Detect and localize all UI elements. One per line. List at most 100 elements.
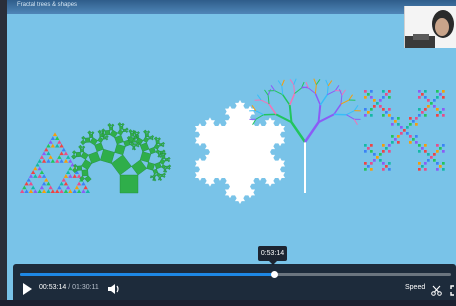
- vicsek-cell: [415, 117, 418, 120]
- vicsek-cell: [439, 147, 442, 150]
- vicsek-cell: [415, 141, 418, 144]
- tree-branch: [289, 79, 295, 85]
- vicsek-cell: [382, 162, 385, 165]
- seek-handle[interactable]: [271, 271, 279, 278]
- fullscreen-button[interactable]: [450, 283, 456, 296]
- left-edge: [0, 0, 7, 306]
- sierpinski-cell: [83, 185, 88, 190]
- vicsek-cell: [433, 105, 436, 108]
- clip-button[interactable]: [431, 283, 442, 296]
- pythagoras-square: [142, 136, 150, 143]
- vicsek-cell: [427, 159, 430, 162]
- pythagoras-square: [167, 164, 172, 168]
- sierpinski-cell: [50, 189, 55, 193]
- pythagoras-square: [80, 139, 86, 146]
- vicsek-cell: [397, 141, 400, 144]
- pythagoras-square: [81, 135, 86, 141]
- vicsek-cell: [418, 90, 421, 93]
- captured-browser-tab: Fractal trees & shapes: [7, 0, 456, 14]
- vicsek-cell: [382, 168, 385, 171]
- vicsek-cell: [433, 153, 436, 156]
- tree-branch: [338, 89, 343, 96]
- pythagoras-square: [159, 150, 163, 154]
- pythagoras-square: [79, 148, 84, 153]
- sierpinski-cell: [28, 181, 34, 186]
- sierpinski-cell: [68, 174, 73, 178]
- sierpinski-cell: [57, 155, 62, 159]
- pythagoras-square: [111, 123, 115, 127]
- pythagoras-square: [81, 145, 86, 149]
- pythagoras-square: [153, 143, 160, 150]
- vicsek-cell: [394, 120, 397, 123]
- vicsek-cell: [388, 144, 391, 147]
- vicsek-cell: [418, 144, 421, 147]
- pythagoras-square: [158, 155, 162, 158]
- sierpinski-cell: [61, 177, 66, 182]
- vicsek-cell: [424, 90, 427, 93]
- sierpinski-triangle: [20, 132, 90, 193]
- sierpinski-cell: [37, 174, 42, 178]
- sierpinski-cell: [72, 174, 77, 178]
- vicsek-cell: [370, 90, 373, 93]
- vicsek-cell: [388, 150, 391, 153]
- tree-branch: [293, 78, 297, 85]
- seek-bar[interactable]: [20, 271, 451, 278]
- tree-branch: [334, 85, 340, 91]
- pythagoras-square: [164, 158, 168, 162]
- sierpinski-cell: [39, 170, 45, 175]
- pythagoras-square: [155, 149, 161, 155]
- sierpinski-cell: [41, 181, 47, 186]
- play-button[interactable]: [21, 282, 33, 296]
- tree-branch: [308, 87, 316, 94]
- sierpinski-cell: [65, 185, 71, 190]
- sierpinski-cell: [33, 166, 38, 171]
- vicsek-cell: [442, 96, 445, 99]
- vicsek-cell: [442, 162, 445, 165]
- pythagoras-square: [102, 136, 107, 140]
- vicsek-cell: [388, 114, 391, 117]
- vicsek-cell: [397, 117, 400, 120]
- sierpinski-cell: [76, 189, 82, 193]
- pythagoras-square: [148, 136, 152, 140]
- pythagoras-square: [146, 130, 151, 134]
- pythagoras-square: [152, 168, 159, 175]
- volume-button[interactable]: [107, 282, 121, 296]
- vicsek-cell: [370, 144, 373, 147]
- pythagoras-square: [139, 142, 150, 152]
- vicsek-cell: [388, 162, 391, 165]
- vicsek-cell: [436, 114, 439, 117]
- vicsek-cell: [424, 108, 427, 111]
- vicsek-cell: [376, 156, 379, 159]
- play-icon: [23, 283, 32, 295]
- pythagoras-square: [109, 126, 114, 131]
- vicsek-cell: [400, 126, 403, 129]
- sierpinski-cell: [81, 181, 86, 186]
- sierpinski-cell: [50, 136, 55, 140]
- vicsek-cell: [367, 111, 370, 114]
- sierpinski-cell: [46, 143, 51, 148]
- pythagoras-square: [100, 148, 115, 164]
- tree-branch: [353, 105, 359, 111]
- sierpinski-cell: [63, 174, 69, 178]
- vicsek-cell: [427, 105, 430, 108]
- vicsek-cell: [400, 132, 403, 135]
- pythagoras-square: [80, 151, 89, 160]
- tree-branch: [325, 79, 329, 87]
- duration: 01:30:11: [72, 284, 99, 291]
- sierpinski-cell: [44, 147, 49, 152]
- tree-branch: [315, 79, 321, 85]
- vicsek-cell: [364, 168, 367, 171]
- vicsek-cell: [391, 117, 394, 120]
- vicsek-cell: [430, 102, 433, 105]
- speed-button[interactable]: Speed: [405, 284, 425, 291]
- pythagoras-square: [153, 136, 159, 141]
- pythagoras-square: [155, 172, 161, 178]
- pythagoras-square: [75, 151, 82, 158]
- tree-branch: [317, 104, 322, 123]
- pythagoras-square: [131, 159, 147, 176]
- pythagoras-square: [159, 158, 166, 165]
- tree-branch: [277, 80, 283, 87]
- fullscreen-icon: [450, 285, 454, 296]
- tree-branch: [346, 110, 355, 116]
- sierpinski-cell: [72, 189, 77, 193]
